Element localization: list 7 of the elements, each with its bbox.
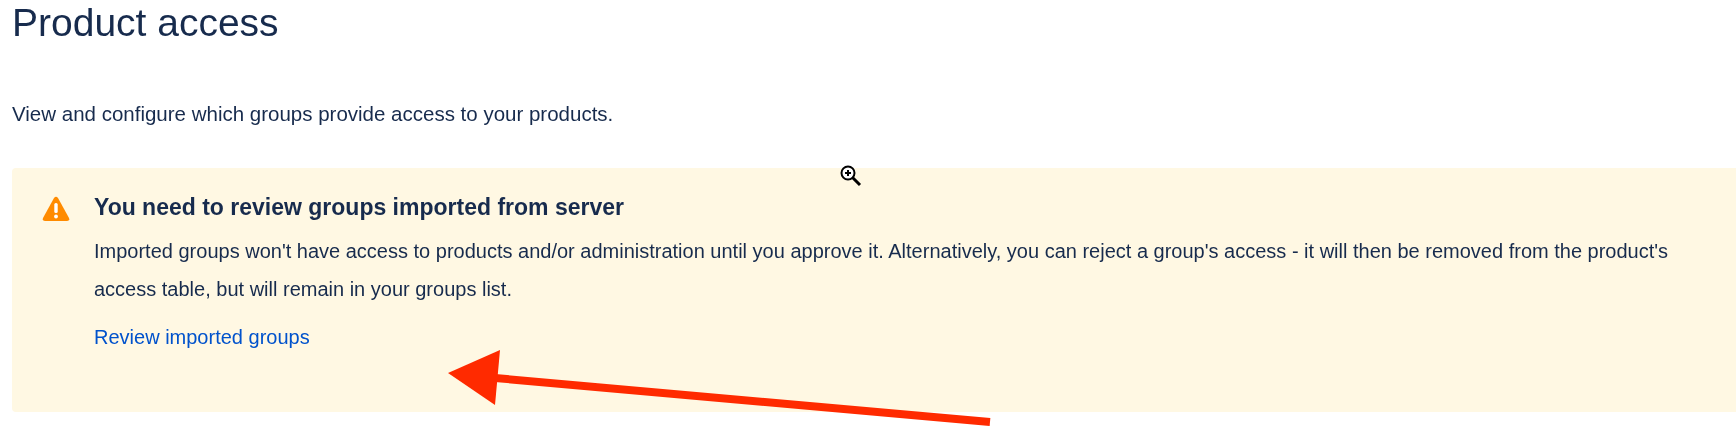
warning-icon [42, 196, 70, 222]
zoom-cursor-icon [840, 164, 862, 187]
page-title: Product access [12, 0, 280, 46]
review-link[interactable]: Review imported groups [94, 322, 310, 352]
banner-title: You need to review groups imported from server [94, 193, 625, 222]
page-description: View and configure which groups provide access to your products. [12, 101, 615, 127]
banner-message: Imported groups won't have access to products and/or administration until you approve it. Alternatively, you can reject a group's access - it will then be removed from the product's access table, but will remain in your groups list. [94, 239, 1670, 302]
